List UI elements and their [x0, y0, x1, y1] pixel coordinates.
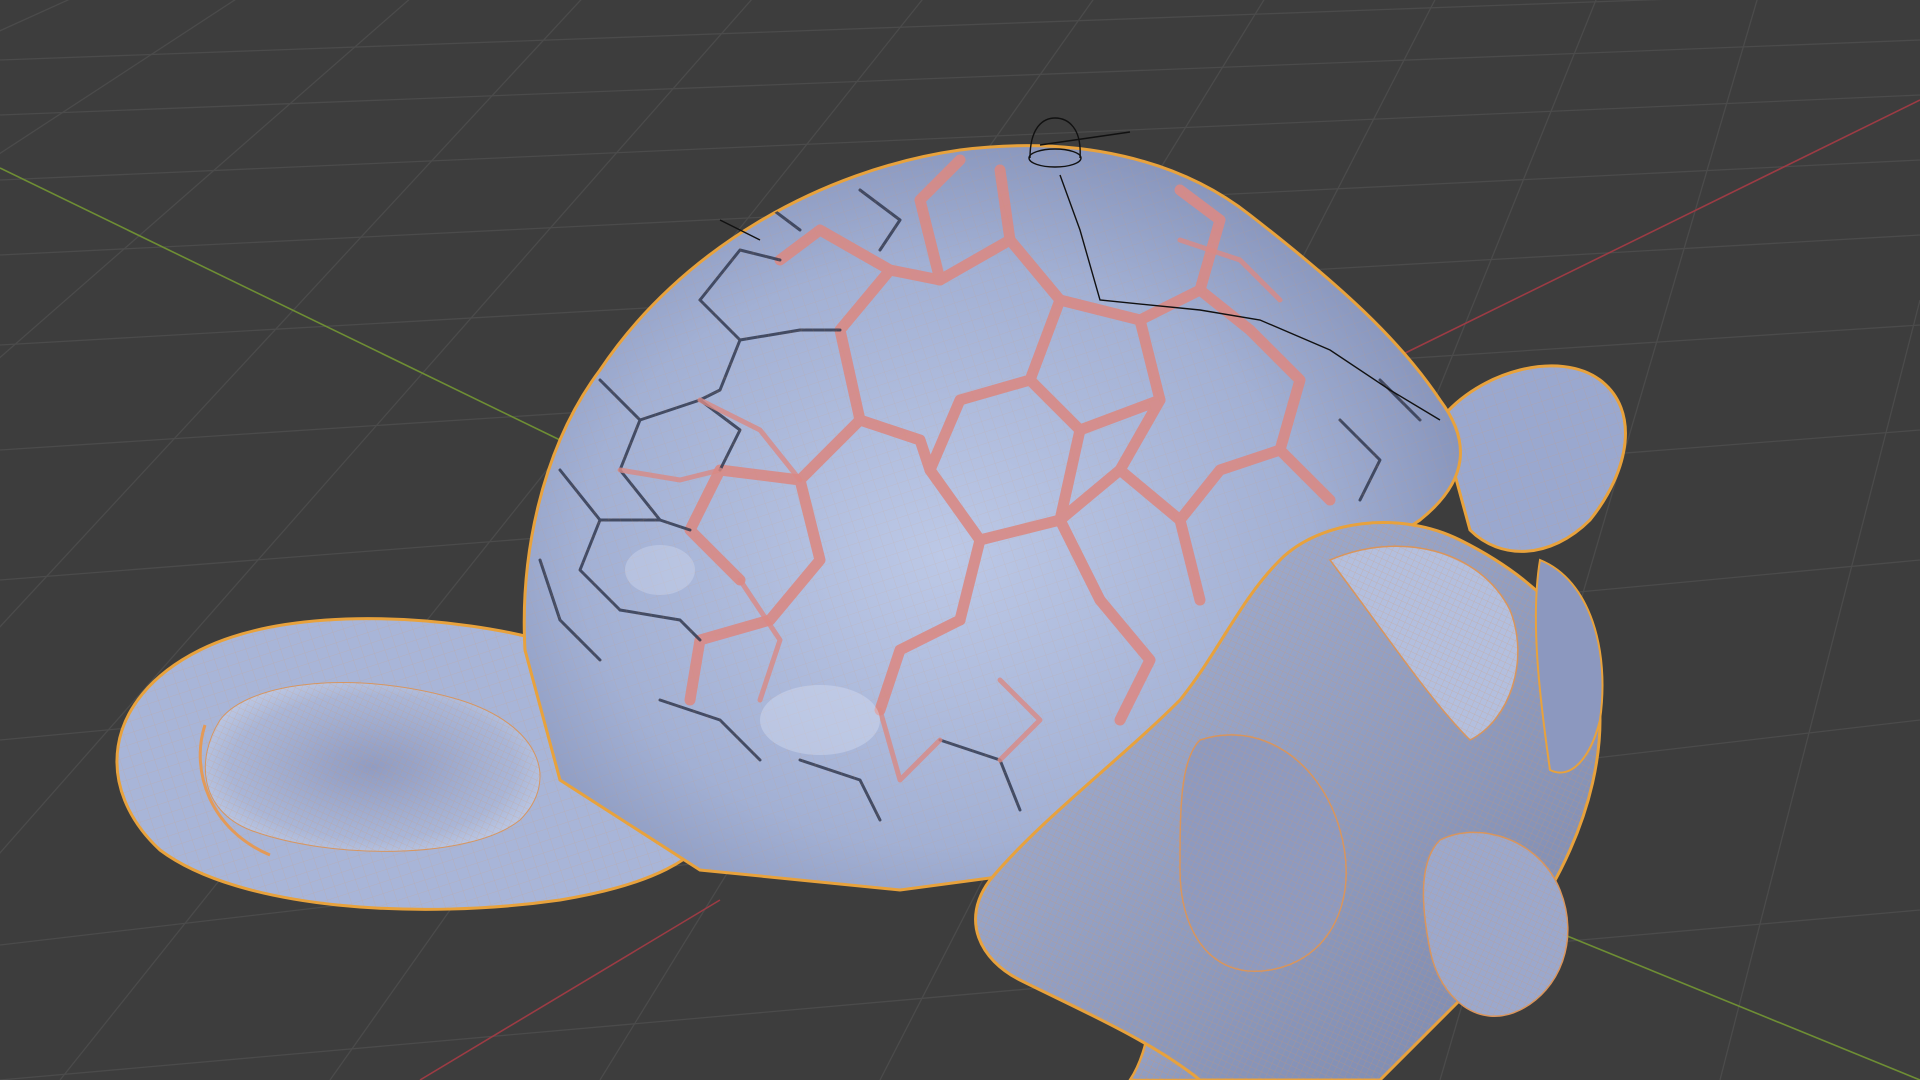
mesh-highlight — [760, 685, 880, 755]
viewport-canvas[interactable] — [0, 0, 1920, 1080]
3d-viewport[interactable] — [0, 0, 1920, 1080]
